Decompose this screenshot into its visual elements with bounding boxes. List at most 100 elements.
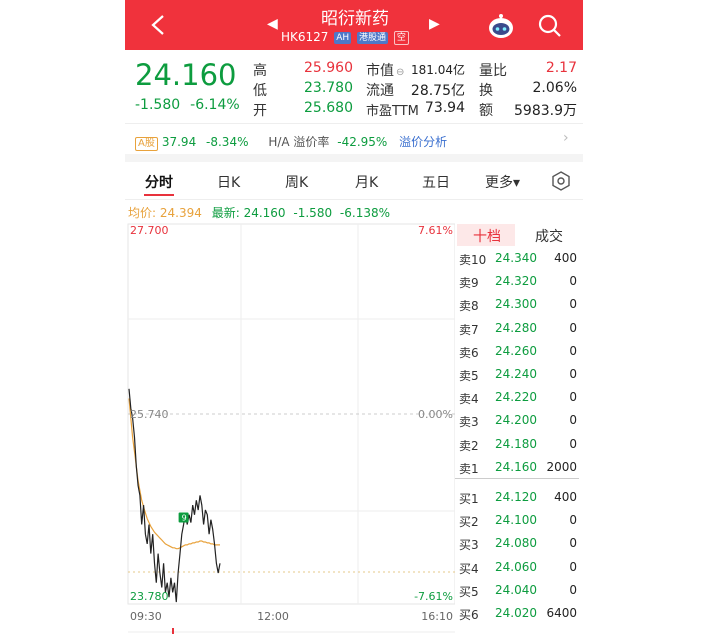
- divider: [125, 123, 583, 124]
- stat-label-low: 低: [253, 83, 267, 99]
- y-axis-bottom-label: 23.780: [130, 590, 169, 603]
- level-price: 24.120: [495, 490, 537, 504]
- level-price: 24.340: [495, 251, 537, 265]
- level-label: 买1: [459, 492, 479, 506]
- level-label: 卖4: [459, 392, 479, 407]
- level-volume: 0: [569, 436, 577, 451]
- stat-value-low: 23.780: [304, 80, 353, 96]
- chevron-right-icon[interactable]: ›: [563, 130, 569, 146]
- level-label: 卖9: [459, 276, 479, 291]
- change-amount: -1.580: [135, 97, 181, 113]
- latest-change: -1.580: [293, 206, 333, 220]
- chevron-left-icon[interactable]: [145, 10, 173, 40]
- level-label: 卖5: [459, 369, 479, 383]
- price-legend: 均价: 24.394 最新: 24.160 -1.580 -6.138%: [128, 204, 390, 221]
- ask-row[interactable]: 卖10 24.340 400: [455, 247, 579, 270]
- y-axis-top-label: 27.700: [130, 224, 169, 237]
- level-price: 24.220: [495, 390, 537, 405]
- level-label: 卖8: [459, 299, 479, 314]
- tab-monthly-k[interactable]: 月K: [355, 172, 378, 192]
- previous-stock-arrow-icon[interactable]: ◀: [267, 16, 278, 32]
- ask-row[interactable]: 卖4 24.220 0: [455, 386, 579, 409]
- level-label: 买6: [459, 608, 479, 622]
- x-axis-label-close: 16:10: [421, 610, 453, 623]
- x-axis-label-noon: 12:00: [257, 610, 289, 623]
- tab-ten-levels[interactable]: 十档: [473, 226, 501, 246]
- tab-daily-k[interactable]: 日K: [217, 172, 240, 192]
- bid-row[interactable]: 买4 24.060 0: [455, 556, 579, 579]
- level-label: 买5: [459, 584, 479, 599]
- bid-row[interactable]: 买3 24.080 0: [455, 532, 579, 555]
- level-volume: 0: [569, 413, 577, 428]
- pct-axis-top-label: 7.61%: [418, 224, 453, 237]
- intraday-chart[interactable]: 9 27.700 25.740 23.780 7.61% 0.00% -7.61…: [125, 222, 455, 634]
- short-tag: 空: [393, 31, 409, 45]
- tab-more[interactable]: 更多▾: [485, 172, 520, 192]
- section-gap: [125, 154, 583, 162]
- bid-row[interactable]: 买1 24.120 400: [455, 486, 579, 509]
- level-price: 24.180: [495, 436, 537, 451]
- stat-label-pe: 市盈TTM: [366, 104, 419, 119]
- stat-value-amount: 5983.9万: [514, 103, 577, 119]
- level-price: 24.200: [495, 413, 537, 428]
- level-price: 24.100: [495, 513, 537, 528]
- tab-trades[interactable]: 成交: [535, 226, 563, 246]
- level-price: 24.020: [495, 606, 537, 620]
- next-stock-arrow-icon[interactable]: ▶: [429, 16, 440, 32]
- pct-axis-bottom-label: -7.61%: [414, 590, 453, 603]
- level-volume: 0: [569, 343, 577, 358]
- stat-value-turnover: 2.06%: [532, 80, 577, 96]
- stat-label-high: 高: [253, 63, 267, 79]
- ask-row[interactable]: 卖8 24.300 0: [455, 293, 579, 316]
- bid-row[interactable]: 买2 24.100 0: [455, 509, 579, 532]
- bid-row[interactable]: 买6 24.020 6400: [455, 602, 579, 625]
- price-change: -1.580 -6.14%: [135, 97, 250, 113]
- event-marker-label: 9: [182, 514, 187, 523]
- level-price: 24.320: [495, 274, 537, 289]
- change-percent: -6.14%: [190, 97, 240, 113]
- level-label: 卖3: [459, 415, 479, 430]
- level-label: 买3: [459, 538, 479, 553]
- ask-row[interactable]: 卖6 24.260 0: [455, 340, 579, 363]
- hexagon-settings-icon[interactable]: [551, 171, 571, 191]
- ask-row[interactable]: 卖7 24.280 0: [455, 317, 579, 340]
- stat-value-float: 28.75亿: [410, 83, 465, 99]
- level-label: 买2: [459, 515, 479, 530]
- ask-row[interactable]: 卖3 24.200 0: [455, 409, 579, 432]
- a-share-price: 37.94: [161, 135, 197, 149]
- bid-row[interactable]: 买5 24.040 0: [455, 579, 579, 602]
- level-price: 24.060: [495, 559, 537, 574]
- latest-change-percent: -6.138%: [339, 206, 391, 220]
- info-circle-icon[interactable]: ⊖: [396, 67, 404, 78]
- tab-weekly-k[interactable]: 周K: [285, 172, 308, 192]
- pct-axis-mid-label: 0.00%: [418, 408, 453, 421]
- ah-premium-bar[interactable]: A股 37.94 -8.34% H/A 溢价率 -42.95% 溢价分析: [135, 133, 447, 151]
- hk-connect-tag: 港股通: [357, 32, 389, 44]
- level-label: 卖7: [459, 322, 479, 337]
- level-price: 24.280: [495, 320, 537, 335]
- robot-icon[interactable]: [487, 12, 515, 40]
- a-share-tag: A股: [135, 137, 158, 151]
- tab-intraday[interactable]: 分时: [145, 172, 173, 192]
- ask-row[interactable]: 卖5 24.240 0: [455, 363, 579, 386]
- active-tab-underline: [144, 194, 174, 196]
- ask-row[interactable]: 卖1 24.160 2000: [455, 456, 579, 479]
- level-price: 24.080: [495, 536, 537, 551]
- premium-analysis-link[interactable]: 溢价分析: [399, 135, 447, 149]
- level-price: 24.160: [495, 459, 537, 474]
- stat-value-volume-ratio: 2.17: [545, 60, 577, 76]
- level-volume: 2000: [546, 459, 577, 474]
- stat-label-turnover: 换: [479, 83, 493, 99]
- ask-row[interactable]: 卖9 24.320 0: [455, 270, 579, 293]
- latest-price-value: 24.160: [243, 206, 286, 220]
- level-volume: 0: [569, 320, 577, 335]
- stat-label-open: 开: [253, 103, 267, 119]
- level-price: 24.240: [495, 367, 537, 381]
- tab-five-day[interactable]: 五日: [422, 172, 450, 192]
- ah-tag: AH: [334, 32, 352, 44]
- search-icon[interactable]: [537, 13, 563, 39]
- level-label: 卖2: [459, 438, 479, 453]
- level-label: 卖6: [459, 345, 479, 360]
- ask-row[interactable]: 卖2 24.180 0: [455, 433, 579, 456]
- level-volume: 0: [569, 390, 577, 405]
